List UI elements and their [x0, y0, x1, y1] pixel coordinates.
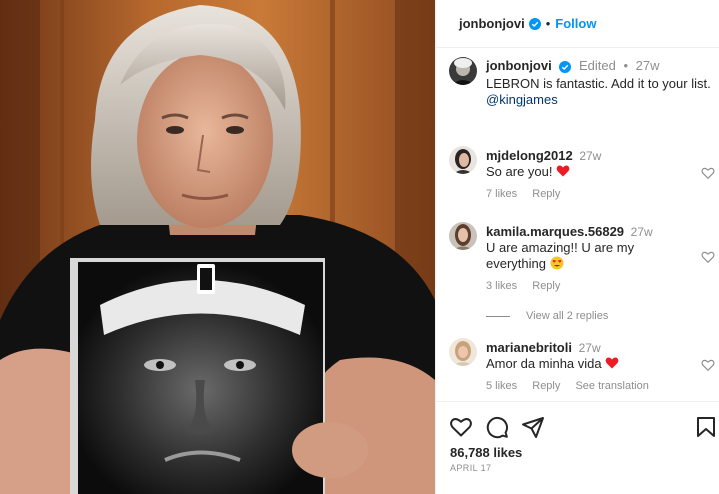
see-translation-button[interactable]: See translation — [575, 380, 648, 392]
comment-text: So are you! — [486, 164, 656, 180]
post-header: jonbonjovi • Follow — [436, 0, 719, 48]
comment-actions: 7 likes Reply — [486, 188, 572, 200]
separator-dot: • — [545, 16, 551, 31]
post-image — [0, 0, 435, 494]
commenter-avatar[interactable] — [449, 338, 477, 366]
comment-text: Amor da minha vida — [486, 356, 656, 372]
reply-button[interactable]: Reply — [532, 380, 560, 392]
replies-divider-line — [486, 315, 510, 317]
post-detail-panel: jonbonjovi • Follow jonbonjovi Edited • … — [435, 0, 719, 494]
comment-likes[interactable]: 3 likes — [486, 280, 517, 292]
comment-time[interactable]: 27w — [579, 341, 601, 355]
comment-username[interactable]: mjdelong2012 — [486, 148, 573, 163]
caption-text: LEBRON is fantastic. Add it to your list… — [486, 76, 716, 108]
likes-count[interactable]: 86,788 likes — [450, 445, 522, 460]
comment-actions: 5 likes Reply See translation — [486, 380, 661, 392]
comment-actions: 3 likes Reply — [486, 280, 572, 292]
instagram-post: jonbonjovi • Follow jonbonjovi Edited • … — [0, 0, 719, 494]
red-heart-emoji-icon — [605, 356, 619, 370]
comment-like-heart-icon[interactable] — [701, 250, 715, 264]
comment-header: marianebritoli 27w — [486, 340, 601, 355]
red-heart-emoji-icon — [556, 164, 570, 178]
comment-header: mjdelong2012 27w — [486, 148, 601, 163]
comment-likes[interactable]: 5 likes — [486, 380, 517, 392]
caption-username[interactable]: jonbonjovi — [486, 58, 552, 73]
comment-body: So are you! — [486, 164, 553, 179]
author-username[interactable]: jonbonjovi — [459, 16, 525, 31]
caption-body: LEBRON is fantastic. Add it to your list… — [486, 76, 711, 91]
verified-badge-icon — [559, 60, 572, 73]
view-replies-label: View all 2 replies — [526, 310, 609, 322]
comment-like-heart-icon[interactable] — [701, 358, 715, 372]
post-photo[interactable] — [0, 0, 435, 494]
post-date[interactable]: APRIL 17 — [450, 463, 491, 473]
commenter-avatar[interactable] — [449, 222, 477, 250]
comment-username[interactable]: kamila.marques.56829 — [486, 224, 624, 239]
bookmark-icon[interactable] — [694, 415, 718, 439]
paper-plane-icon[interactable] — [521, 415, 545, 439]
comment-body: Amor da minha vida — [486, 356, 602, 371]
author-avatar[interactable] — [449, 57, 477, 85]
post-actions-bar: 86,788 likes APRIL 17 — [436, 401, 719, 494]
comment-header: kamila.marques.56829 27w — [486, 224, 653, 239]
reply-button[interactable]: Reply — [532, 280, 560, 292]
commenter-avatar[interactable] — [449, 146, 477, 174]
verified-badge-icon — [528, 17, 541, 30]
heart-eyes-emoji-icon — [550, 256, 564, 270]
reply-button[interactable]: Reply — [532, 188, 560, 200]
caption-header: jonbonjovi Edited • 27w — [486, 58, 660, 73]
comment-text: U are amazing!! U are my everything — [486, 240, 656, 272]
comment-username[interactable]: marianebritoli — [486, 340, 572, 355]
comment-time[interactable]: 27w — [579, 149, 601, 163]
follow-button[interactable]: Follow — [555, 16, 596, 31]
separator-dot: • — [623, 58, 629, 73]
view-replies-button[interactable]: View all 2 replies — [486, 310, 608, 322]
heart-icon[interactable] — [449, 415, 473, 439]
caption-time[interactable]: 27w — [636, 58, 660, 73]
comment-icon[interactable] — [485, 415, 509, 439]
caption-mention[interactable]: @kingjames — [486, 92, 558, 107]
comment-like-heart-icon[interactable] — [701, 166, 715, 180]
comment-likes[interactable]: 7 likes — [486, 188, 517, 200]
comment-time[interactable]: 27w — [631, 225, 653, 239]
edited-label: Edited — [578, 58, 616, 73]
